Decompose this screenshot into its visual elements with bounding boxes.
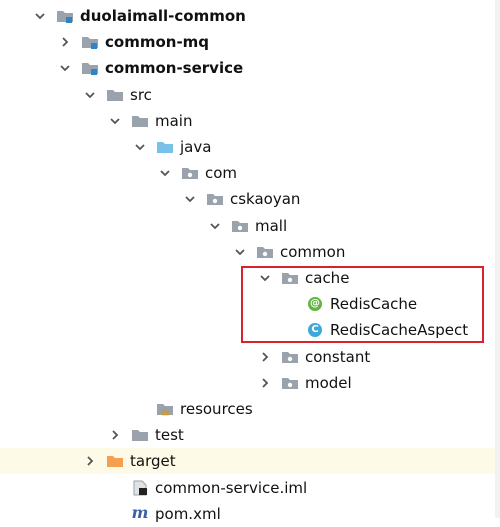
folder-icon [106, 87, 124, 103]
tree-item-label: java [180, 138, 212, 156]
source-folder-icon [156, 139, 174, 155]
tree-item-mall[interactable]: mall [0, 213, 500, 239]
package-icon [281, 375, 299, 391]
chevron-down-icon[interactable] [208, 218, 222, 234]
chevron-right-icon[interactable] [58, 34, 72, 50]
tree-item-duolaimall-common[interactable]: duolaimall-common [0, 3, 500, 29]
chevron-down-icon[interactable] [108, 113, 122, 129]
tree-item-pom-xml[interactable]: m pom.xml [0, 501, 500, 527]
chevron-right-icon[interactable] [83, 453, 97, 469]
tree-item-label: src [130, 85, 152, 104]
tree-item-label: mall [255, 216, 288, 235]
chevron-down-icon[interactable] [83, 87, 97, 103]
tree-item-label: common-service.iml [155, 478, 308, 497]
excluded-folder-icon [106, 453, 124, 469]
tree-item-label: common-service [105, 59, 244, 78]
package-icon [206, 191, 224, 207]
chevron-down-icon[interactable] [58, 60, 72, 76]
tree-item-src[interactable]: src [0, 82, 500, 108]
chevron-down-icon[interactable] [158, 165, 172, 181]
module-folder-icon [81, 34, 99, 50]
package-icon [281, 349, 299, 365]
iml-file-icon [131, 480, 149, 496]
module-folder-icon [81, 60, 99, 76]
tree-item-label: constant [305, 347, 371, 366]
icon-letter: m [131, 502, 149, 522]
tree-item-main[interactable]: main [0, 108, 500, 134]
chevron-right-icon[interactable] [108, 427, 122, 443]
maven-file-icon: m [131, 502, 149, 522]
tree-item-label: common-mq [105, 33, 210, 52]
tree-item-label: target [130, 452, 176, 471]
chevron-down-icon[interactable] [133, 139, 147, 155]
chevron-right-icon[interactable] [258, 349, 272, 365]
tree-item-com[interactable]: com [0, 160, 500, 186]
tree-item-common[interactable]: common [0, 239, 500, 265]
tree-item-label: test [155, 426, 184, 445]
package-icon [256, 244, 274, 260]
tree-item-constant[interactable]: constant [0, 344, 500, 370]
tree-item-label: resources [180, 400, 253, 418]
tree-item-label: pom.xml [155, 504, 221, 523]
tree-item-target[interactable]: target [0, 448, 500, 475]
tree-item-label: cskaoyan [230, 190, 301, 209]
module-folder-icon [56, 8, 74, 24]
tree-item-test[interactable]: test [0, 422, 500, 448]
tree-item-common-service-iml[interactable]: common-service.iml [0, 475, 500, 501]
folder-icon [131, 427, 149, 443]
chevron-down-icon[interactable] [33, 8, 47, 24]
package-icon [231, 218, 249, 234]
folder-icon [131, 113, 149, 129]
tree-item-common-mq[interactable]: common-mq [0, 29, 500, 55]
tree-item-model[interactable]: model [0, 370, 500, 396]
tree-item-cskaoyan[interactable]: cskaoyan [0, 186, 500, 212]
tree-item-java[interactable]: java [0, 134, 500, 160]
tree-item-label: model [305, 373, 352, 392]
tree-item-label: main [155, 111, 193, 130]
tree-item-label: duolaimall-common [80, 7, 246, 25]
tree-item-label: com [205, 164, 238, 183]
package-icon [181, 165, 199, 181]
tree-item-common-service[interactable]: common-service [0, 55, 500, 81]
tree-item-resources[interactable]: resources [0, 396, 500, 422]
chevron-down-icon[interactable] [233, 244, 247, 260]
scrollbar-track[interactable] [495, 0, 500, 518]
resources-folder-icon [156, 401, 174, 417]
chevron-right-icon[interactable] [258, 375, 272, 391]
highlight-box [241, 266, 484, 343]
tree-item-label: common [280, 242, 346, 261]
chevron-down-icon[interactable] [183, 191, 197, 207]
